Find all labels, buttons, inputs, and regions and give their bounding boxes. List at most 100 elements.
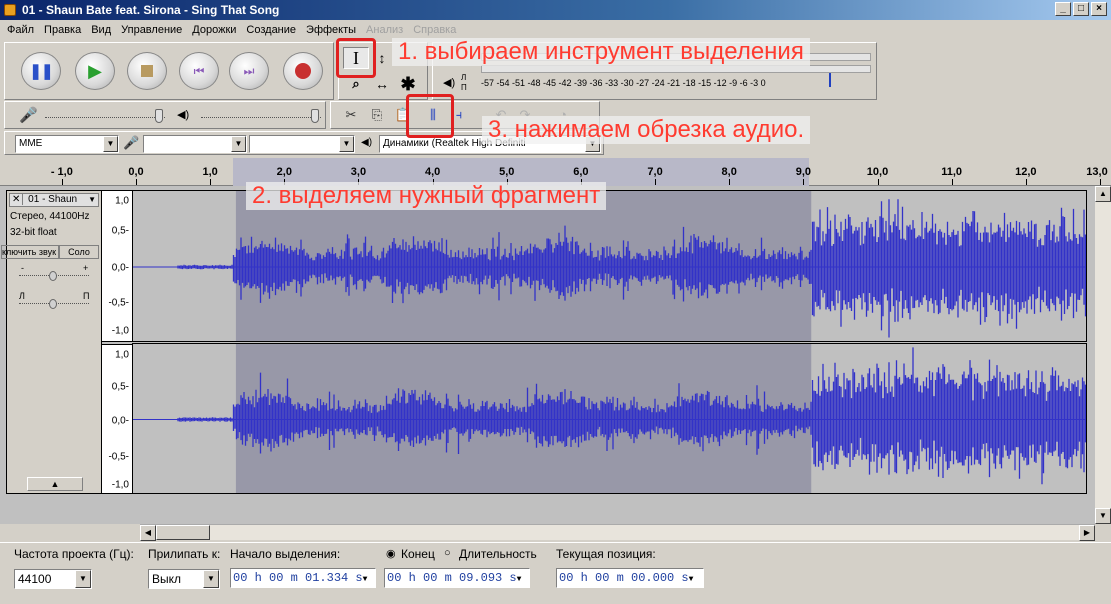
ruler-tick-label: 2,0 bbox=[276, 166, 292, 178]
audio-host-select[interactable]: MME ▼ bbox=[15, 135, 119, 153]
pause-icon: ❚❚ bbox=[29, 63, 53, 80]
close-button[interactable]: × bbox=[1091, 2, 1107, 16]
chevron-down-icon: ▼ bbox=[203, 570, 219, 588]
ruler-tick bbox=[210, 179, 212, 185]
mute-button[interactable]: ключить звук bbox=[1, 245, 59, 259]
scroll-up-icon[interactable]: ▲ bbox=[1095, 186, 1111, 202]
speaker-icon: ◀) bbox=[177, 109, 190, 121]
menu-edit[interactable]: Правка bbox=[39, 24, 86, 36]
skip-end-button[interactable]: ⏭ bbox=[229, 52, 269, 90]
scroll-left-icon[interactable]: ◀ bbox=[140, 525, 156, 541]
collapse-track-button[interactable]: ▲ bbox=[27, 477, 83, 491]
output-volume-track bbox=[201, 117, 321, 119]
annotation-box-trim-button bbox=[406, 94, 454, 138]
menu-help[interactable]: Справка bbox=[408, 24, 461, 36]
waveform-left-channel[interactable] bbox=[132, 190, 1087, 342]
snap-select[interactable]: Выкл ▼ bbox=[148, 569, 220, 589]
meter-scale: -57 -54 -51 -48 -45 -42 -39 -36 -33 -30 … bbox=[481, 78, 766, 88]
input-device-select[interactable]: ▼ bbox=[143, 135, 247, 153]
transport-toolbar: ❚❚ ▶ ⏮ ⏭ bbox=[4, 42, 334, 100]
end-radio-label: Конец bbox=[401, 547, 435, 561]
pan-right-label: П bbox=[83, 291, 90, 301]
menu-effects[interactable]: Эффекты bbox=[301, 24, 361, 36]
menu-view[interactable]: Вид bbox=[86, 24, 116, 36]
multi-tool-button[interactable]: ✱ bbox=[395, 73, 421, 95]
scale-label: 0,5- bbox=[111, 381, 129, 393]
menu-generate[interactable]: Создание bbox=[241, 24, 301, 36]
vertical-scale-left: 1,0 0,5- 0,0- -0,5- -1,0 bbox=[102, 190, 132, 342]
scroll-down-icon[interactable]: ▼ bbox=[1095, 508, 1111, 524]
scroll-right-icon[interactable]: ▶ bbox=[1079, 525, 1095, 541]
audacity-app-icon bbox=[4, 4, 16, 16]
record-button[interactable] bbox=[283, 52, 323, 90]
track-control-panel: ✕ 01 - Shaun ▼ Стерео, 44100Hz 32-bit fl… bbox=[1, 190, 102, 494]
pause-button[interactable]: ❚❚ bbox=[21, 52, 61, 90]
ruler-tick bbox=[136, 179, 137, 185]
speaker-meter-icon: ◀) bbox=[443, 77, 456, 89]
annotation-step-1: 1. выбираем инструмент выделения bbox=[392, 38, 810, 66]
input-volume-slider[interactable] bbox=[155, 109, 163, 123]
horizontal-scroll-thumb[interactable] bbox=[156, 525, 210, 540]
track-header: ✕ 01 - Shaun ▼ bbox=[9, 193, 99, 207]
maximize-button[interactable]: □ bbox=[1073, 2, 1089, 16]
solo-button[interactable]: Соло bbox=[59, 245, 99, 259]
gain-slider-thumb[interactable] bbox=[49, 271, 57, 281]
chevron-down-icon: ▼ bbox=[231, 136, 246, 152]
track-menu-chevron-icon[interactable]: ▼ bbox=[88, 194, 96, 206]
envelope-tool-icon: ↕ bbox=[378, 50, 386, 66]
stop-button[interactable] bbox=[127, 52, 167, 90]
skip-end-icon: ⏭ bbox=[243, 63, 255, 78]
selection-start-value: 00 h 00 m 01.334 s bbox=[233, 571, 363, 585]
track-format: Стерео, 44100Hz bbox=[10, 211, 90, 222]
track-name[interactable]: 01 - Shaun bbox=[26, 194, 77, 205]
minimize-button[interactable]: _ bbox=[1055, 2, 1071, 16]
cut-icon[interactable]: ✂ bbox=[341, 107, 361, 125]
window-title: 01 - Shaun Bate feat. Sirona - Sing That… bbox=[22, 3, 280, 17]
snap-label: Прилипать к: bbox=[148, 547, 221, 561]
vertical-scrollbar[interactable]: ▲ ▼ bbox=[1095, 186, 1111, 524]
ruler-tick bbox=[951, 179, 953, 185]
ruler-tick-label: 9,0 bbox=[795, 166, 811, 178]
project-rate-value: 44100 bbox=[18, 572, 52, 586]
length-radio-label: Длительность bbox=[459, 547, 537, 561]
audio-position-input[interactable]: 00 h 00 m 00.000 s▼ bbox=[556, 568, 704, 588]
length-radio-icon[interactable]: ○ bbox=[444, 547, 451, 559]
ruler-tick-label: 13,0 bbox=[1086, 166, 1108, 178]
chevron-down-icon: ▼ bbox=[103, 136, 118, 152]
selection-start-input[interactable]: 00 h 00 m 01.334 s▼ bbox=[230, 568, 376, 588]
mixer-toolbar: 🎤 ◀) bbox=[4, 101, 326, 129]
ruler-tick-label: 1,0 bbox=[202, 166, 218, 178]
meter-label-right: П bbox=[461, 83, 467, 92]
input-channels-select[interactable]: ▼ bbox=[249, 135, 355, 153]
output-volume-slider[interactable] bbox=[311, 109, 319, 123]
chevron-down-icon: ▼ bbox=[362, 575, 368, 584]
end-radio-icon[interactable]: ◉ bbox=[386, 547, 396, 560]
ruler-tick-label: 5,0 bbox=[499, 166, 515, 178]
ruler-tick bbox=[729, 179, 731, 185]
waveform-right-channel[interactable] bbox=[132, 343, 1087, 494]
track-close-icon[interactable]: ✕ bbox=[10, 194, 24, 205]
pan-slider-thumb[interactable] bbox=[49, 299, 57, 309]
menu-tracks[interactable]: Дорожки bbox=[187, 24, 241, 36]
ruler-tick bbox=[1099, 179, 1101, 185]
play-button[interactable]: ▶ bbox=[75, 52, 115, 90]
input-volume-track bbox=[45, 117, 165, 119]
menu-file[interactable]: Файл bbox=[2, 24, 39, 36]
audio-position-label: Текущая позиция: bbox=[556, 547, 656, 561]
skip-start-button[interactable]: ⏮ bbox=[179, 52, 219, 90]
zoom-tool-icon: ⌕ bbox=[352, 76, 360, 91]
horizontal-scrollbar[interactable]: ◀ ▶ bbox=[140, 524, 1095, 541]
pan-left-label: Л bbox=[19, 291, 25, 301]
meter-bar-output[interactable] bbox=[481, 65, 871, 73]
ruler-tick bbox=[803, 179, 805, 185]
menu-analyze[interactable]: Анализ bbox=[361, 24, 408, 36]
ruler-tick-label: 8,0 bbox=[721, 166, 737, 178]
selection-start-label: Начало выделения: bbox=[230, 547, 341, 561]
ruler-tick-label: 12,0 bbox=[1015, 166, 1037, 178]
copy-icon[interactable]: ⎘ bbox=[367, 107, 387, 125]
selection-end-input[interactable]: 00 h 00 m 09.093 s▼ bbox=[384, 568, 530, 588]
menu-transport[interactable]: Управление bbox=[116, 24, 187, 36]
microphone-icon: 🎤 bbox=[19, 107, 38, 124]
project-rate-select[interactable]: 44100 ▼ bbox=[14, 569, 92, 589]
scale-label: -1,0 bbox=[111, 325, 129, 337]
